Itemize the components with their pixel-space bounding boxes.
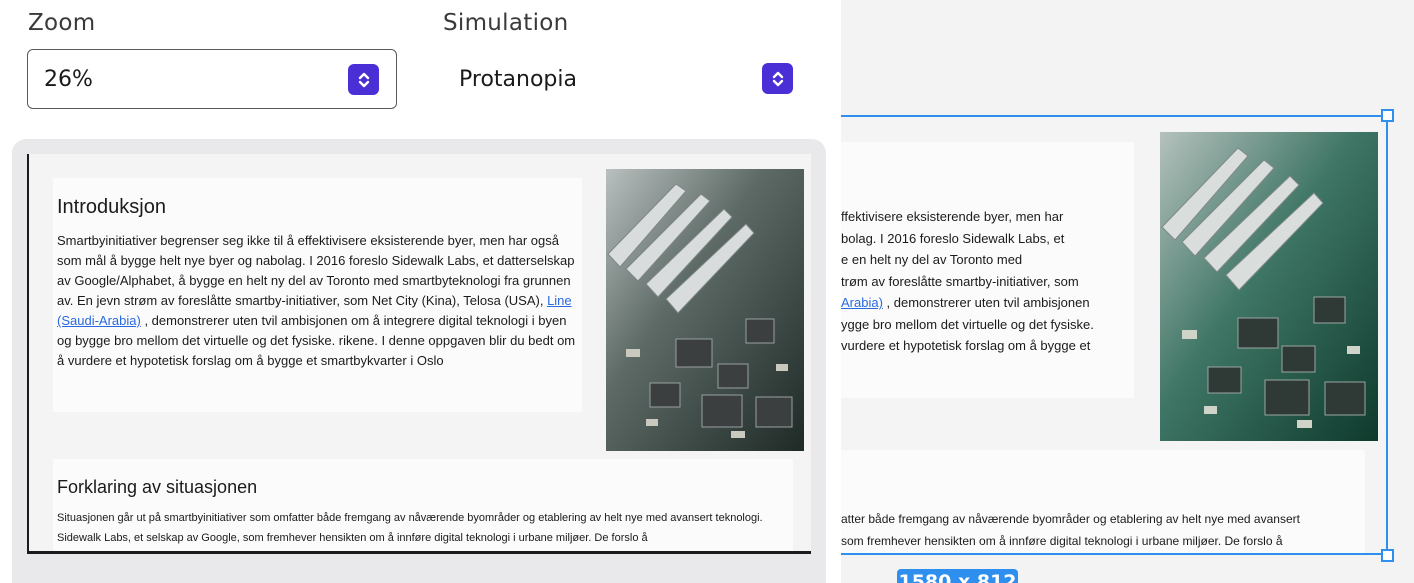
- canvas-intro-paragraph: ffektivisere eksisterende byer, men har …: [841, 209, 1094, 353]
- circuit-board-photo: [606, 169, 804, 451]
- resize-handle-bottom-right[interactable]: [1381, 549, 1394, 562]
- zoom-label: Zoom: [28, 10, 96, 36]
- up-down-chevron-icon[interactable]: [348, 64, 379, 95]
- canvas-intro-link[interactable]: Arabia): [841, 295, 883, 310]
- canvas-situation-paragraph: atter både fremgang av nåværende byområd…: [841, 512, 1300, 548]
- situation-card: Forklaring av situasjonen Situasjonen gå…: [53, 459, 793, 551]
- canvas-intro-card: ffektivisere eksisterende byer, men har …: [841, 142, 1134, 398]
- situation-paragraph: Situasjonen går ut på smartbyinitiativer…: [57, 512, 763, 544]
- situation-title: Forklaring av situasjonen: [57, 477, 258, 497]
- simulation-label: Simulation: [443, 10, 569, 36]
- controls-panel: Zoom Simulation 26% Protanopia Introduks…: [0, 0, 841, 583]
- canvas-circuit-board-photo: [1160, 132, 1378, 441]
- simulation-value: Protanopia: [459, 66, 577, 92]
- zoom-value: 26%: [44, 66, 93, 92]
- size-badge: 1580 x 812: [897, 569, 1018, 583]
- canvas-situation-card: atter både fremgang av nåværende byområd…: [841, 450, 1365, 555]
- page-preview[interactable]: Introduksjon Smartbyinitiativer begrense…: [27, 154, 811, 554]
- intro-title: Introduksjon: [57, 196, 166, 218]
- intro-card: Introduksjon Smartbyinitiativer begrense…: [53, 178, 582, 412]
- resize-handle-top-right[interactable]: [1381, 109, 1394, 122]
- zoom-select[interactable]: 26%: [27, 49, 397, 109]
- simulation-select[interactable]: Protanopia: [443, 49, 813, 109]
- page-canvas[interactable]: ffektivisere eksisterende byer, men har …: [841, 115, 1388, 555]
- intro-paragraph: Smartbyinitiativer begrenser seg ikke ti…: [57, 233, 576, 368]
- preview-container: Introduksjon Smartbyinitiativer begrense…: [12, 139, 826, 583]
- up-down-chevron-icon[interactable]: [762, 63, 793, 94]
